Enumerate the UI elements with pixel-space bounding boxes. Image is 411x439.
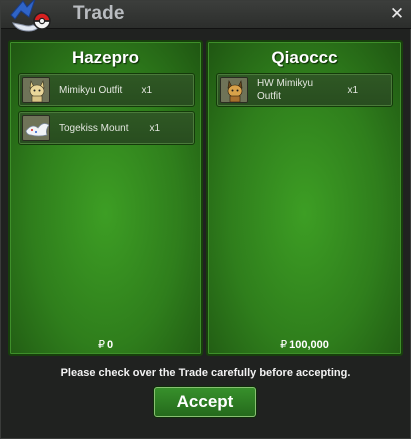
trade-notice: Please check over the Trade carefully be… (60, 367, 351, 379)
trade-item-slot[interactable]: Togekiss Mount x1 (18, 111, 195, 145)
money-amount: 100,000 (289, 339, 329, 351)
trade-window: Trade ✕ Hazepro Mimikyu Outfit x1 Togeki… (0, 0, 411, 439)
item-quantity: x1 (141, 84, 152, 96)
mimikyu-outfit-icon (22, 77, 50, 103)
item-name: Mimikyu Outfit (59, 84, 123, 96)
hw-mimikyu-outfit-icon (220, 77, 248, 103)
money-amount: 0 (106, 339, 114, 351)
player-name: Qiaoccc (271, 48, 338, 67)
player-panel-qiaoccc: Qiaoccc HW Mimikyu Outfit x1 ₽100,000 (206, 40, 403, 356)
player-name: Hazepro (71, 48, 140, 67)
trade-item-slot[interactable]: Mimikyu Outfit x1 (18, 73, 195, 107)
close-icon[interactable]: ✕ (387, 4, 407, 24)
item-name: HW Mimikyu Outfit (257, 78, 314, 102)
player-panel-hazepro: Hazepro Mimikyu Outfit x1 Togekiss Mount… (8, 40, 203, 356)
item-name: Togekiss Mount (59, 122, 129, 134)
togekiss-mount-icon (22, 115, 50, 141)
trade-item-slot[interactable]: HW Mimikyu Outfit x1 (216, 73, 393, 107)
currency-symbol: ₽ (280, 339, 288, 351)
item-quantity: x1 (149, 122, 160, 134)
window-title: Trade (73, 3, 125, 24)
offered-money: ₽100,000 (208, 338, 401, 351)
trade-logo-icon (10, 0, 51, 32)
currency-symbol: ₽ (97, 339, 105, 351)
title-bar[interactable]: Trade ✕ (1, 0, 411, 32)
accept-button[interactable]: Accept (154, 387, 256, 417)
item-quantity: x1 (347, 84, 358, 96)
offered-money: ₽0 (10, 338, 201, 351)
